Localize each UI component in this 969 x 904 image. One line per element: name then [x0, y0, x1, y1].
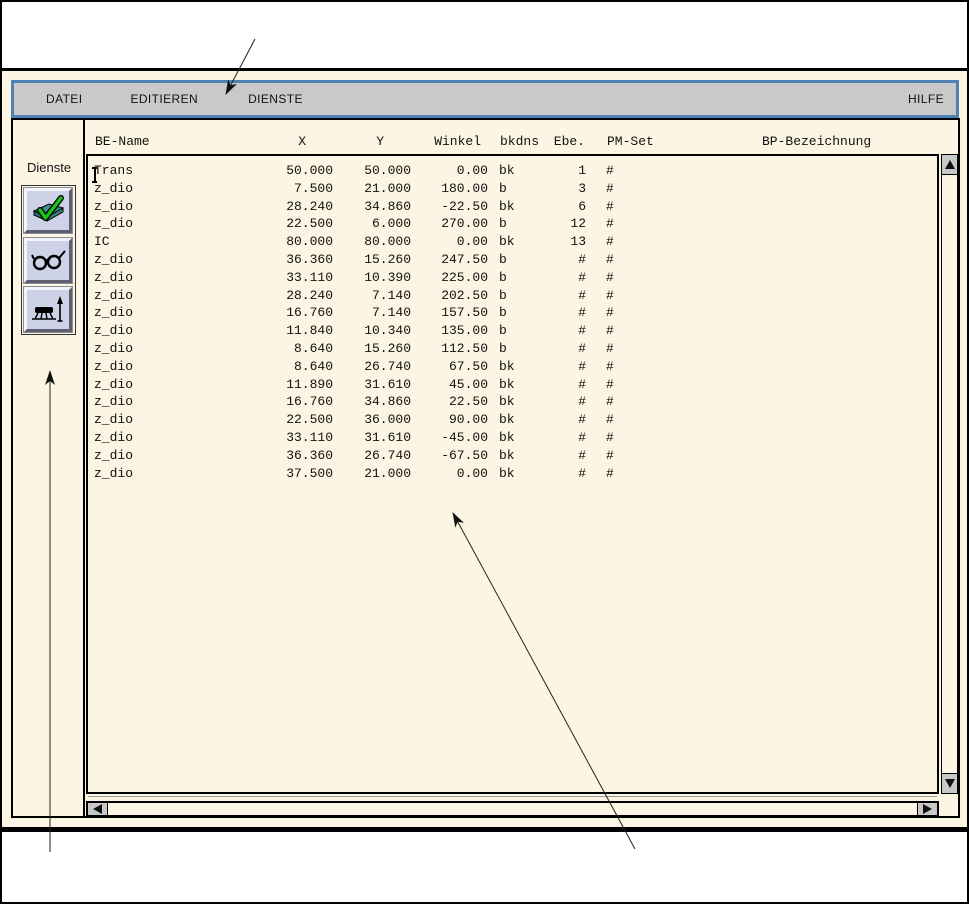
glasses-icon	[30, 246, 66, 274]
arrow-up-icon	[945, 160, 955, 169]
frame-line-left	[11, 118, 13, 818]
menu-item-hilfe[interactable]: HILFE	[908, 92, 944, 106]
table-row[interactable]: z_dio 7.500 21.000 180.00 b 3 #	[88, 180, 937, 198]
menu-item-editieren[interactable]: EDITIEREN	[130, 92, 198, 106]
table-row[interactable]: z_dio 22.500 6.000 270.00 b 12 #	[88, 215, 937, 233]
table-row[interactable]: z_dio 11.840 10.340 135.00 b # #	[88, 322, 937, 340]
frame-line-right	[958, 118, 960, 818]
menu-item-dienste[interactable]: DIENSTE	[248, 92, 303, 106]
table-row[interactable]: z_dio 11.890 31.610 45.00 bk # #	[88, 376, 937, 394]
col-header-bkdns: bkdns	[489, 134, 546, 149]
table-row[interactable]: z_dio 28.240 7.140 202.50 b # #	[88, 287, 937, 305]
col-header-pm-set: PM-Set	[587, 134, 687, 149]
col-header-x: X	[244, 134, 334, 149]
menu-item-datei[interactable]: DATEI	[46, 92, 82, 106]
table-row[interactable]: z_dio 33.110 10.390 225.00 b # #	[88, 269, 937, 287]
scroll-up-button[interactable]	[942, 155, 957, 175]
col-header-be-name: BE-Name	[89, 134, 244, 149]
table-row[interactable]: z_dio 36.360 26.740 -67.50 bk # #	[88, 447, 937, 465]
place-button[interactable]	[24, 287, 72, 332]
panel-divider	[83, 118, 85, 818]
scroll-left-button[interactable]	[88, 803, 108, 815]
vertical-scrollbar[interactable]	[941, 154, 958, 794]
table-row[interactable]: z_dio 16.760 7.140 157.50 b # #	[88, 304, 937, 322]
scrollbar-shade-line	[88, 796, 937, 797]
check-button[interactable]	[24, 188, 72, 233]
col-header-winkel: Winkel	[412, 134, 489, 149]
place-component-icon	[30, 294, 66, 326]
table-row[interactable]: z_dio 37.500 21.000 0.00 bk # #	[88, 465, 937, 483]
text-caret	[92, 167, 98, 183]
table-row[interactable]: Trans 50.000 50.000 0.00 bk 1 #	[88, 162, 937, 180]
table-row[interactable]: z_dio 28.240 34.860 -22.50 bk 6 #	[88, 198, 937, 216]
col-header-ebe: Ebe.	[546, 134, 587, 149]
table-row[interactable]: z_dio 36.360 15.260 247.50 b # #	[88, 251, 937, 269]
table-row[interactable]: z_dio 33.110 31.610 -45.00 bk # #	[88, 429, 937, 447]
horizontal-scrollbar[interactable]	[86, 801, 939, 817]
component-list[interactable]: Trans 50.000 50.000 0.00 bk 1 # z_dio 7.…	[86, 154, 939, 794]
table-row[interactable]: IC 80.000 80.000 0.00 bk 13 #	[88, 233, 937, 251]
col-header-bp-bezeichnung: BP-Bezeichnung	[687, 134, 937, 149]
table-row[interactable]: z_dio 8.640 26.740 67.50 bk # #	[88, 358, 937, 376]
arrow-left-icon	[93, 804, 102, 814]
scroll-right-button[interactable]	[917, 803, 937, 815]
table-row[interactable]: z_dio 22.500 36.000 90.00 bk # #	[88, 411, 937, 429]
scroll-down-button[interactable]	[942, 773, 957, 793]
table-header: BE-Name X Y Winkel bkdns Ebe. PM-Set BP-…	[89, 130, 939, 152]
sidebar-toolbar	[21, 185, 76, 335]
sidebar-title: Dienste	[27, 160, 71, 175]
table-rows: Trans 50.000 50.000 0.00 bk 1 # z_dio 7.…	[88, 162, 937, 482]
check-icon	[30, 195, 66, 227]
screenshot-root: DATEI EDITIEREN DIENSTE HILFE Dienste	[0, 0, 969, 904]
table-row[interactable]: z_dio 16.760 34.860 22.50 bk # #	[88, 393, 937, 411]
frame-line-under-menu	[11, 118, 959, 120]
table-row[interactable]: z_dio 8.640 15.260 112.50 b # #	[88, 340, 937, 358]
arrow-right-icon	[923, 804, 932, 814]
arrow-down-icon	[945, 779, 955, 788]
view-button[interactable]	[24, 238, 72, 283]
menu-bar: DATEI EDITIEREN DIENSTE HILFE	[11, 80, 959, 118]
col-header-y: Y	[334, 134, 412, 149]
